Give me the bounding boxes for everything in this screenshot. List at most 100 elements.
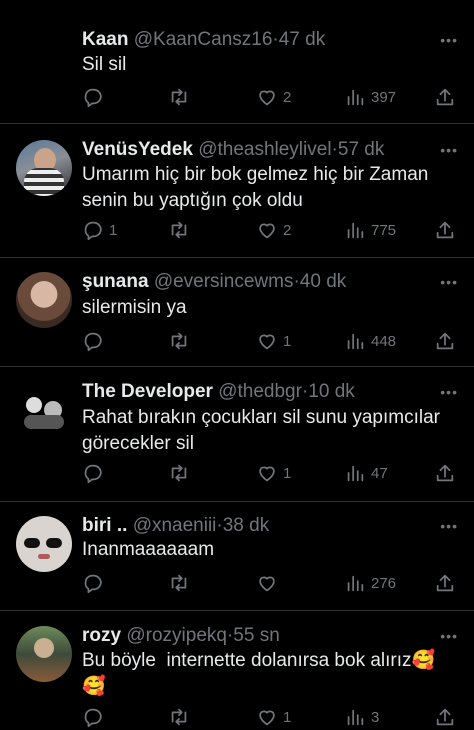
reply-button[interactable]: 1 [82,217,117,243]
more-options-button[interactable]: ••• [440,28,458,52]
tweet-text: silermisin ya [82,297,187,318]
timestamp[interactable]: 38 dk [223,515,269,536]
avatar[interactable] [16,626,72,682]
handle[interactable]: @KaanCansz16 [134,29,273,50]
like-button[interactable]: 2 [256,217,291,243]
tweet[interactable]: Kaan @KaanCansz16·47 dk ••• Sil sil 2 39… [0,0,474,124]
reply-button[interactable] [82,570,109,596]
like-button[interactable]: 1 [256,328,291,354]
share-button[interactable] [434,217,456,243]
like-button[interactable]: 1 [256,460,291,486]
share-icon [436,221,454,239]
heart-icon [259,90,275,106]
retweet-button[interactable] [168,570,190,596]
tweet-text: Bu böyle internette dolanırsa bok alırız… [82,650,436,697]
reply-button[interactable] [82,84,109,110]
like-button[interactable] [256,570,283,596]
like-button[interactable]: 1 [256,704,291,730]
retweet-button[interactable] [168,217,190,243]
display-name[interactable]: şunana [82,271,149,292]
views-icon [347,333,364,350]
share-icon [436,464,454,482]
avatar[interactable] [16,272,72,328]
more-options-button[interactable]: ••• [440,380,458,404]
display-name[interactable]: biri .. [82,515,127,536]
views-button[interactable]: 397 [344,84,396,110]
tweet[interactable]: biri .. @xnaeniii·38 dk ••• Inanmaaaaaam… [0,502,474,611]
display-name[interactable]: rozy [82,625,121,646]
reply-button[interactable] [82,704,109,730]
more-options-button[interactable]: ••• [440,138,458,162]
share-button[interactable] [434,570,456,596]
tweet-header: şunana @eversincewms·40 dk [82,270,424,294]
view-count: 276 [371,574,397,592]
retweet-icon [171,464,187,482]
retweet-icon [171,88,187,106]
avatar[interactable] [16,383,72,439]
tweet-header: Kaan @KaanCansz16·47 dk [82,28,424,52]
views-button[interactable]: 276 [344,570,396,596]
timestamp[interactable]: 57 dk [338,139,384,160]
more-options-button[interactable]: ••• [440,624,458,648]
reply-icon [84,88,102,108]
handle[interactable]: @rozyipekq [126,625,227,646]
views-icon [347,575,364,592]
view-count: 448 [371,332,397,350]
timestamp[interactable]: 55 sn [233,625,279,646]
timestamp[interactable]: 10 dk [308,381,354,402]
avatar[interactable] [16,140,72,196]
handle[interactable]: @eversincewms [154,271,294,292]
handle[interactable]: @thedbgr [218,381,302,402]
tweet-actions: 2 397 [82,84,460,110]
retweet-button[interactable] [168,460,190,486]
reply-icon [84,332,102,352]
share-button[interactable] [434,328,456,354]
handle[interactable]: @theashleylivel [198,139,331,160]
more-options-button[interactable]: ••• [440,270,458,294]
handle[interactable]: @xnaeniii [133,515,217,536]
tweet-header: rozy @rozyipekq·55 sn [82,624,424,648]
tweet-actions: 276 [82,570,460,596]
views-button[interactable]: 775 [344,217,396,243]
view-count: 47 [371,464,388,482]
timestamp[interactable]: 47 dk [279,29,325,50]
view-count: 3 [371,708,380,726]
display-name[interactable]: The Developer [82,381,213,402]
like-count: 1 [283,332,292,350]
share-button[interactable] [434,84,456,110]
display-name[interactable]: Kaan [82,29,128,50]
share-button[interactable] [434,704,456,730]
avatar[interactable] [16,516,72,572]
tweet[interactable]: VenüsYedek @theashleylivel·57 dk ••• Uma… [0,124,474,258]
tweet-header: biri .. @xnaeniii·38 dk [82,514,424,538]
views-button[interactable]: 47 [344,460,388,486]
tweet-actions: 1 3 [82,704,460,730]
more-options-button[interactable]: ••• [440,514,458,538]
reply-icon [84,464,102,484]
display-name[interactable]: VenüsYedek [82,139,193,160]
share-button[interactable] [434,460,456,486]
share-icon [436,332,454,350]
tweet-actions: 1 2 775 [82,217,460,243]
tweet[interactable]: şunana @eversincewms·40 dk ••• silermisi… [0,258,474,367]
tweet[interactable]: rozy @rozyipekq·55 sn ••• Bu böyle inter… [0,611,474,728]
view-count: 775 [371,221,397,239]
heart-icon [259,710,275,726]
tweet[interactable]: The Developer @thedbgr·10 dk ••• Rahat b… [0,367,474,502]
like-button[interactable]: 2 [256,84,291,110]
retweet-button[interactable] [168,704,190,730]
share-icon [436,708,454,726]
retweet-icon [171,332,187,350]
reply-count: 1 [109,221,118,239]
retweet-icon [171,221,187,239]
tweet-header: VenüsYedek @theashleylivel·57 dk [82,138,424,162]
retweet-button[interactable] [168,84,190,110]
reply-button[interactable] [82,460,109,486]
reply-button[interactable] [82,328,109,354]
views-button[interactable]: 448 [344,328,396,354]
timestamp[interactable]: 40 dk [300,271,346,292]
retweet-button[interactable] [168,328,190,354]
views-button[interactable]: 3 [344,704,379,730]
views-icon [347,465,364,482]
tweet-header: The Developer @thedbgr·10 dk [82,380,424,404]
